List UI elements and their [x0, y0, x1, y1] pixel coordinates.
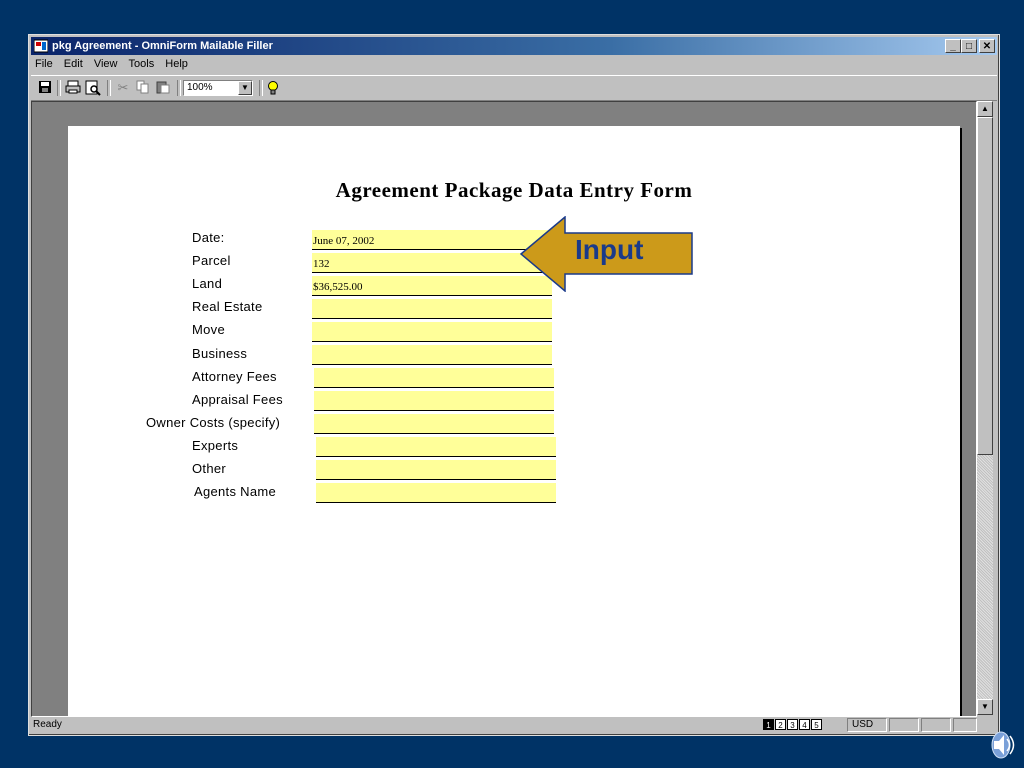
save-icon[interactable] — [37, 80, 53, 96]
form-title: Agreement Package Data Entry Form — [335, 178, 693, 202]
page-tab-3[interactable]: 3 — [787, 719, 798, 730]
label-parcel: Parcel — [192, 253, 231, 268]
land-field[interactable]: $36,525.00 — [312, 276, 552, 296]
real-estate-field[interactable] — [312, 299, 552, 319]
scroll-up-button[interactable]: ▲ — [977, 101, 993, 117]
experts-field[interactable] — [316, 437, 556, 457]
status-cell-empty-2 — [921, 718, 951, 732]
callout-label: Input — [575, 234, 644, 265]
label-experts: Experts — [192, 438, 239, 453]
label-date: Date: — [192, 230, 225, 245]
menu-view[interactable]: View — [94, 58, 118, 70]
speaker-icon[interactable] — [984, 728, 1018, 762]
status-cell-empty-1 — [889, 718, 919, 732]
attorney-fees-field[interactable] — [314, 368, 554, 388]
page-tab-2[interactable]: 2 — [775, 719, 786, 730]
label-appraisal-fees: Appraisal Fees — [192, 392, 283, 407]
maximize-button[interactable]: □ — [961, 39, 977, 53]
chevron-down-icon[interactable]: ▼ — [238, 81, 252, 95]
menu-bar: File Edit View Tools Help — [31, 55, 997, 73]
zoom-select[interactable]: 100% ▼ — [183, 80, 253, 96]
status-text: Ready — [33, 719, 62, 730]
agents-name-field[interactable] — [316, 483, 556, 503]
vertical-scrollbar[interactable]: ▲ ▼ — [977, 101, 993, 715]
label-attorney-fees: Attorney Fees — [192, 369, 277, 384]
print-icon[interactable] — [65, 80, 81, 96]
app-icon — [34, 39, 48, 53]
document-area: Agreement Package Data Entry Form Date: … — [31, 101, 977, 717]
zoom-value: 100% — [187, 82, 213, 93]
owner-costs-field[interactable] — [314, 414, 554, 434]
label-agents-name: Agents Name — [194, 484, 277, 499]
label-owner-costs: Owner Costs (specify) — [146, 415, 281, 430]
status-bar: Ready 1 2 3 4 5 USD — [31, 717, 997, 733]
label-other: Other — [192, 461, 227, 476]
menu-help[interactable]: Help — [165, 58, 188, 70]
scroll-down-button[interactable]: ▼ — [977, 699, 993, 715]
appraisal-fees-field[interactable] — [314, 391, 554, 411]
page-tab-5[interactable]: 5 — [811, 719, 822, 730]
move-field[interactable] — [312, 322, 552, 342]
paste-icon[interactable] — [155, 80, 171, 96]
form-page: Agreement Package Data Entry Form Date: … — [68, 126, 960, 716]
hint-bulb-icon[interactable] — [265, 80, 281, 96]
business-field[interactable] — [312, 345, 552, 365]
currency-indicator: USD — [847, 718, 887, 732]
menu-edit[interactable]: Edit — [64, 58, 83, 70]
print-preview-icon[interactable] — [85, 80, 101, 96]
window-title: pkg Agreement - OmniForm Mailable Filler — [52, 40, 273, 52]
page-tabs: 1 2 3 4 5 — [763, 719, 822, 730]
close-button[interactable]: ✕ — [979, 39, 995, 53]
status-cell-empty-3 — [953, 718, 977, 732]
toolbar: ✂ 100% ▼ — [31, 75, 997, 101]
parcel-field[interactable]: 132 — [312, 253, 552, 273]
menu-tools[interactable]: Tools — [129, 58, 155, 70]
label-move: Move — [192, 322, 225, 337]
label-real-estate: Real Estate — [192, 299, 263, 314]
app-window: pkg Agreement - OmniForm Mailable Filler… — [28, 34, 1000, 736]
label-land: Land — [192, 276, 223, 291]
date-field[interactable]: June 07, 2002 — [312, 230, 552, 250]
scroll-thumb[interactable] — [977, 117, 993, 455]
copy-icon[interactable] — [135, 80, 151, 96]
label-business: Business — [192, 346, 248, 361]
cut-icon[interactable]: ✂ — [115, 80, 131, 96]
page-tab-4[interactable]: 4 — [799, 719, 810, 730]
minimize-button[interactable]: _ — [945, 39, 961, 53]
other-field[interactable] — [316, 460, 556, 480]
title-bar: pkg Agreement - OmniForm Mailable Filler… — [31, 37, 997, 55]
page-tab-1[interactable]: 1 — [763, 719, 774, 730]
menu-file[interactable]: File — [35, 58, 53, 70]
